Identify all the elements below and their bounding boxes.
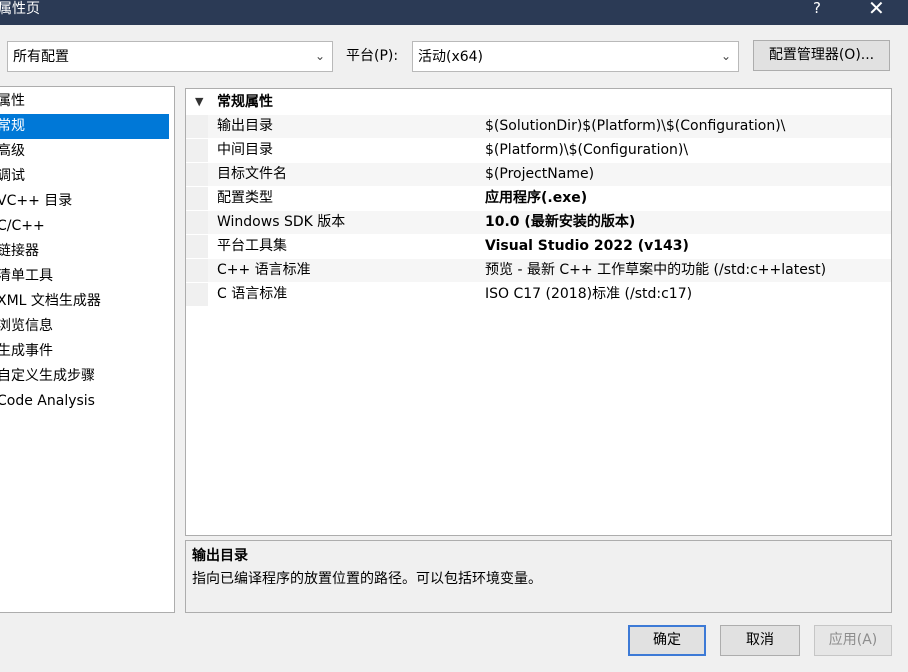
chevron-down-icon: ⌄ (720, 49, 731, 63)
section-title: 常规属性 (217, 94, 273, 110)
property-name: C++ 语言标准 (217, 262, 311, 278)
property-name: C 语言标准 (217, 286, 288, 302)
apply-button[interactable]: 应用(A) (814, 625, 892, 656)
property-name: 中间目录 (217, 142, 273, 158)
tree-item-code-analysis[interactable]: Code Analysis (0, 389, 169, 414)
section-header[interactable]: ▼ 常规属性 (186, 91, 891, 113)
property-row-cpp-language-standard[interactable]: C++ 语言标准 预览 - 最新 C++ 工作草案中的功能 (/std:c++l… (186, 259, 891, 282)
property-name: 平台工具集 (217, 238, 287, 254)
close-icon[interactable]: ✕ (868, 0, 885, 19)
property-value: ISO C17 (2018)标准 (/std:c17) (485, 286, 693, 302)
help-icon[interactable]: ? (813, 0, 821, 18)
tree-item-c-cpp[interactable]: C/C++ (0, 214, 169, 239)
tree-item-debugging[interactable]: 调试 (0, 164, 169, 189)
platform-dropdown[interactable]: 活动(x64) ⌄ (412, 41, 739, 72)
property-value: $(ProjectName) (485, 166, 595, 182)
tree-item-browse-info[interactable]: 浏览信息 (0, 314, 169, 339)
property-name: 输出目录 (217, 118, 273, 134)
property-value: 应用程序(.exe) (485, 190, 588, 206)
property-row-target-name[interactable]: 目标文件名 $(ProjectName) (186, 163, 891, 186)
tree-item-advanced[interactable]: 高级 (0, 139, 169, 164)
tree-item-properties[interactable]: 属性 (0, 89, 169, 114)
tree-item-linker[interactable]: 链接器 (0, 239, 169, 264)
platform-value: 活动(x64) (418, 49, 484, 65)
tree-item-general[interactable]: 常规 (0, 114, 169, 139)
platform-label: 平台(P): (346, 48, 399, 64)
property-grid: ▼ 常规属性 输出目录 $(SolutionDir)$(Platform)\$(… (185, 88, 892, 536)
config-manager-button[interactable]: 配置管理器(O)... (753, 40, 890, 71)
category-tree: 属性 常规 高级 调试 VC++ 目录 C/C++ 链接器 清单工具 XML 文… (0, 86, 175, 613)
tree-item-xml-doc-generator[interactable]: XML 文档生成器 (0, 289, 169, 314)
property-name: 目标文件名 (217, 166, 287, 182)
property-value: 10.0 (最新安装的版本) (485, 214, 636, 230)
chevron-down-icon: ⌄ (314, 49, 325, 63)
title-bar: 属性页 ? ✕ (0, 0, 908, 25)
description-text: 指向已编译程序的放置位置的路径。可以包括环境变量。 (192, 571, 542, 587)
tree-item-custom-build-step[interactable]: 自定义生成步骤 (0, 364, 169, 389)
window-title: 属性页 (0, 1, 40, 17)
property-row-windows-sdk-version[interactable]: Windows SDK 版本 10.0 (最新安装的版本) (186, 211, 891, 234)
tree-item-vc-directories[interactable]: VC++ 目录 (0, 189, 169, 214)
property-row-c-language-standard[interactable]: C 语言标准 ISO C17 (2018)标准 (/std:c17) (186, 283, 891, 306)
ok-button[interactable]: 确定 (628, 625, 706, 656)
property-value: $(Platform)\$(Configuration)\ (485, 142, 689, 158)
property-name: 配置类型 (217, 190, 273, 206)
description-panel: 输出目录 指向已编译程序的放置位置的路径。可以包括环境变量。 (185, 540, 892, 613)
property-row-intermediate-dir[interactable]: 中间目录 $(Platform)\$(Configuration)\ (186, 139, 891, 162)
configuration-dropdown[interactable]: 所有配置 ⌄ (7, 41, 333, 72)
property-value: 预览 - 最新 C++ 工作草案中的功能 (/std:c++latest) (485, 262, 827, 278)
property-row-output-dir[interactable]: 输出目录 $(SolutionDir)$(Platform)\$(Configu… (186, 115, 891, 138)
description-title: 输出目录 (192, 548, 248, 564)
tree-item-build-events[interactable]: 生成事件 (0, 339, 169, 364)
property-name: Windows SDK 版本 (217, 214, 346, 230)
cancel-button[interactable]: 取消 (720, 625, 800, 656)
property-value: $(SolutionDir)$(Platform)\$(Configuratio… (485, 118, 786, 134)
property-value: Visual Studio 2022 (v143) (485, 238, 689, 254)
collapse-caret-icon[interactable]: ▼ (195, 93, 203, 111)
configuration-value: 所有配置 (13, 49, 69, 65)
property-row-configuration-type[interactable]: 配置类型 应用程序(.exe) (186, 187, 891, 210)
tree-item-manifest-tool[interactable]: 清单工具 (0, 264, 169, 289)
property-row-platform-toolset[interactable]: 平台工具集 Visual Studio 2022 (v143) (186, 235, 891, 258)
